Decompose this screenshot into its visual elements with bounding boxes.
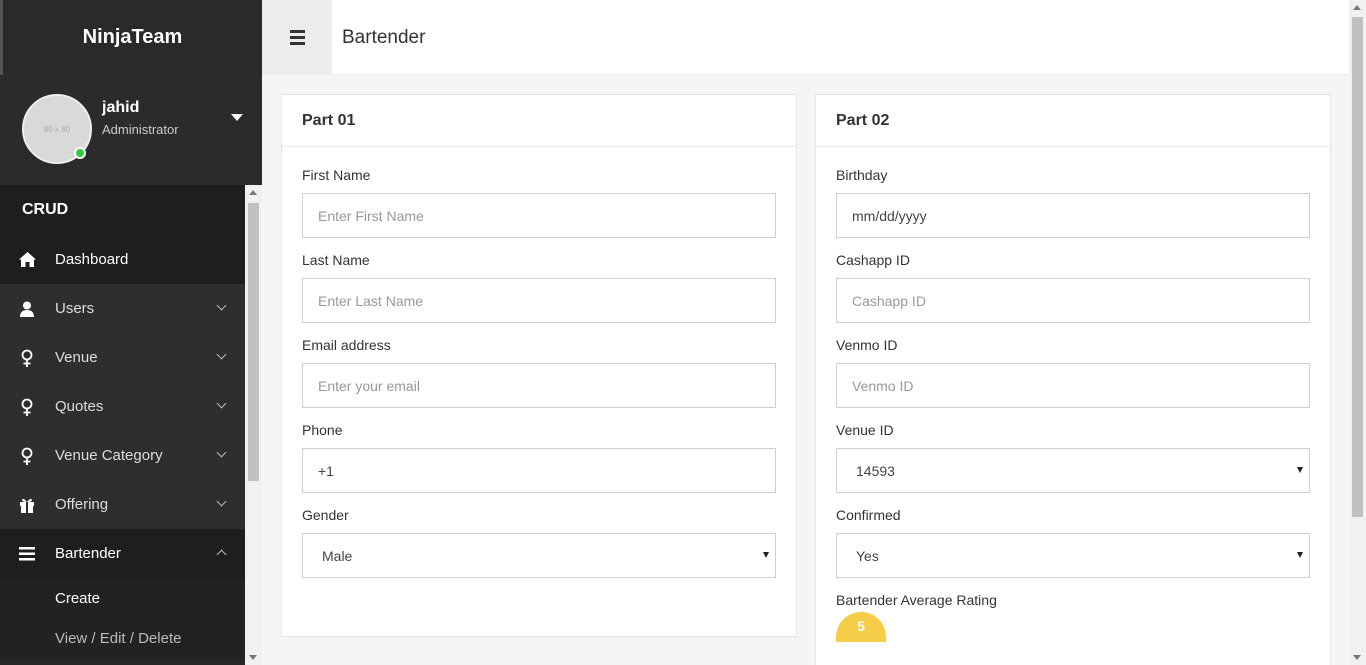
card-title: Part 01: [282, 95, 796, 147]
card-title: Part 02: [816, 95, 1330, 147]
sidebar-item-label: Bartender: [55, 545, 121, 562]
confirmed-select[interactable]: Yes: [836, 533, 1310, 578]
chevron-down-icon: [216, 300, 227, 311]
home-icon: [18, 251, 36, 269]
sidebar-item-bartender[interactable]: Bartender: [0, 529, 245, 578]
scroll-up-icon[interactable]: [249, 190, 257, 195]
sidebar-item-label: Venue Category: [55, 447, 163, 464]
rating-label: Bartender Average Rating: [836, 592, 997, 608]
main-scrollbar[interactable]: [1349, 0, 1366, 665]
cashapp-input[interactable]: Cashapp ID: [836, 278, 1310, 323]
sidebar-item-venue[interactable]: Venue: [0, 333, 245, 382]
female-icon: [18, 398, 36, 416]
first-name-input[interactable]: Enter First Name: [302, 193, 776, 238]
birthday-input[interactable]: mm/dd/yyyy: [836, 193, 1310, 238]
sidebar-item-offering[interactable]: Offering: [0, 480, 245, 529]
birthday-label: Birthday: [836, 167, 888, 183]
phone-input[interactable]: +1: [302, 448, 776, 493]
main-scrollbar-thumb[interactable]: [1352, 17, 1363, 517]
sidebar-item-label: Offering: [55, 496, 109, 513]
email-input[interactable]: Enter your email: [302, 363, 776, 408]
phone-label: Phone: [302, 422, 343, 438]
online-status-icon: [74, 147, 86, 159]
female-icon: [18, 447, 36, 465]
sidebar-scrollbar[interactable]: [245, 185, 262, 665]
part-02-card: Part 02 Birthday mm/dd/yyyy Cashapp ID C…: [815, 94, 1331, 665]
sidebar-item-label: Users: [55, 300, 95, 317]
rating-badge: 5: [836, 612, 886, 642]
last-name-input[interactable]: Enter Last Name: [302, 278, 776, 323]
user-role: Administrator: [102, 122, 179, 137]
sidebar-item-venue-category[interactable]: Venue Category: [0, 431, 245, 480]
hamburger-icon: [289, 30, 305, 33]
sidebar-item-label: Dashboard: [55, 251, 129, 268]
menu-toggle-button[interactable]: [262, 0, 332, 75]
chevron-down-icon: [216, 496, 227, 507]
cashapp-label: Cashapp ID: [836, 252, 910, 268]
bars-icon: [18, 545, 36, 563]
part-01-card: Part 01 First Name Enter First Name Last…: [281, 94, 797, 637]
brand-logo[interactable]: NinjaTeam: [0, 0, 262, 75]
user-icon: [18, 300, 36, 318]
confirmed-value: Yes: [856, 547, 879, 564]
dropdown-arrow-icon: [1297, 552, 1303, 558]
gender-label: Gender: [302, 507, 349, 523]
chevron-down-icon: [216, 447, 227, 458]
sidebar-item-quotes[interactable]: Quotes: [0, 382, 245, 431]
hamburger-icon-line: [289, 36, 305, 39]
sidebar-item-dashboard[interactable]: Dashboard: [0, 235, 245, 284]
profile-dropdown-icon[interactable]: [231, 114, 243, 121]
chevron-down-icon: [216, 349, 227, 360]
user-name: jahid: [102, 99, 140, 116]
venmo-label: Venmo ID: [836, 337, 898, 353]
gift-icon: [18, 496, 36, 514]
menu-section-title: CRUD: [0, 185, 245, 235]
chevron-down-icon: [216, 398, 227, 409]
bartender-submenu: Create View / Edit / Delete: [0, 578, 245, 658]
sidebar-item-users[interactable]: Users: [0, 284, 245, 333]
gender-value: Male: [322, 547, 353, 564]
sidebar-menu: CRUD Dashboard Users Venue Quotes Venue …: [0, 185, 245, 665]
hamburger-icon-line: [289, 42, 305, 45]
gender-select[interactable]: Male: [302, 533, 776, 578]
confirmed-label: Confirmed: [836, 507, 901, 523]
page-title: Bartender: [342, 27, 426, 48]
venue-id-value: 14593: [856, 462, 895, 479]
first-name-label: First Name: [302, 167, 371, 183]
female-icon: [18, 349, 36, 367]
scroll-down-icon[interactable]: [249, 655, 257, 660]
chevron-up-icon: [216, 549, 227, 560]
venue-id-label: Venue ID: [836, 422, 894, 438]
dropdown-arrow-icon: [763, 552, 769, 558]
sidebar-item-label: Venue: [55, 349, 98, 366]
submenu-item-create[interactable]: Create: [0, 578, 245, 618]
submenu-item-view-edit-delete[interactable]: View / Edit / Delete: [0, 618, 245, 658]
dropdown-arrow-icon: [1297, 467, 1303, 473]
last-name-label: Last Name: [302, 252, 370, 268]
email-label: Email address: [302, 337, 391, 353]
sidebar-item-label: Quotes: [55, 398, 104, 415]
venmo-input[interactable]: Venmo ID: [836, 363, 1310, 408]
venue-id-select[interactable]: 14593: [836, 448, 1310, 493]
sidebar-scrollbar-thumb[interactable]: [248, 203, 259, 481]
top-bar: Bartender: [262, 0, 1350, 75]
user-profile: 80 x 80 jahid Administrator: [0, 75, 262, 185]
scroll-up-icon[interactable]: [1353, 5, 1361, 10]
scroll-down-icon[interactable]: [1353, 655, 1361, 660]
